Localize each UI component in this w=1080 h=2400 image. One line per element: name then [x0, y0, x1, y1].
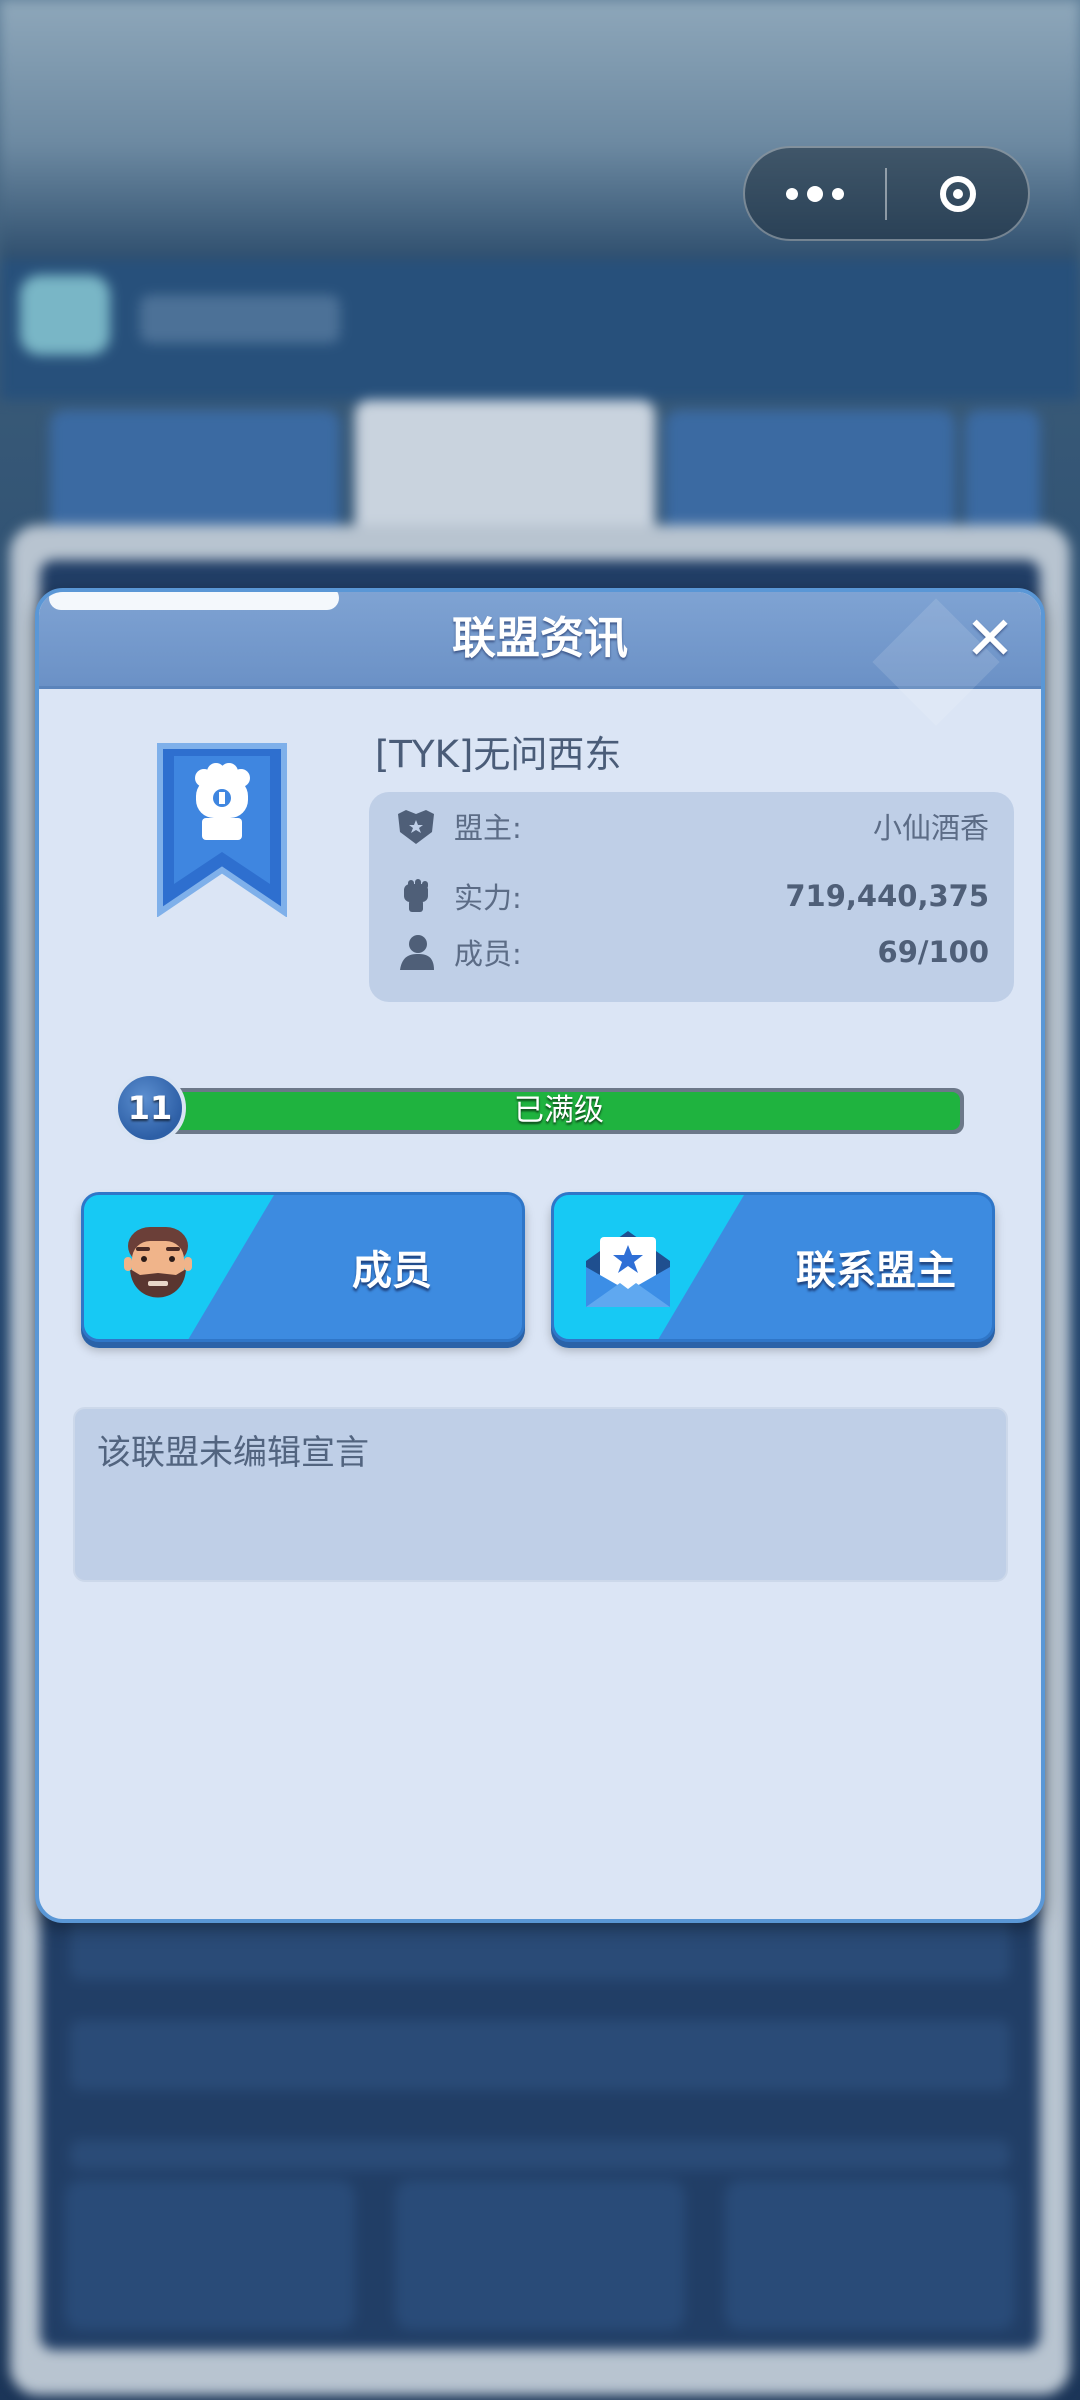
gauntlet-banner-icon [157, 743, 287, 917]
background-tab [965, 410, 1040, 540]
members-button-label: 成员 [352, 1248, 432, 1294]
dialog-title: 联盟资讯 [452, 613, 628, 664]
alliance-declaration-box: 该联盟未编辑宣言 [73, 1407, 1008, 1582]
alliance-name: [TYK]无问西东 [375, 733, 622, 776]
background-list-row [70, 2140, 1010, 2170]
background-tab [665, 410, 955, 540]
stat-value: 小仙酒香 [872, 811, 989, 845]
members-button[interactable]: 成员 [81, 1192, 525, 1342]
level-number-badge: 11 [114, 1072, 186, 1144]
stat-value: 69/100 [877, 935, 989, 969]
miniprogram-capsule [743, 146, 1030, 241]
more-button[interactable] [745, 148, 885, 239]
background-list-row [70, 2020, 1010, 2090]
stat-value: 719,440,375 [785, 879, 989, 913]
background-nav-item [65, 2180, 355, 2330]
background-back-arrow-icon [20, 275, 110, 355]
stat-row-power: 实力: 719,440,375 [394, 872, 989, 920]
alliance-stats-box: 盟主: 小仙酒香 实力: 719,440,375 成员: 69/100 [369, 792, 1014, 1002]
fist-icon [394, 874, 438, 918]
background-nav-item [395, 2180, 685, 2330]
close-button[interactable]: ✕ [961, 609, 1019, 669]
stat-label: 实力: [454, 881, 522, 915]
background-tabs [50, 400, 1040, 545]
contact-leader-button[interactable]: 联系盟主 [551, 1192, 995, 1342]
background-tab [50, 410, 340, 540]
exit-button[interactable] [887, 148, 1028, 239]
more-dots-icon-center [807, 185, 823, 202]
declaration-text: 该联盟未编辑宣言 [97, 1433, 369, 1473]
target-close-icon [939, 175, 976, 212]
stat-label: 盟主: [454, 811, 522, 845]
dialog-header: 联盟资讯 ✕ [39, 592, 1041, 726]
stat-row-members: 成员: 69/100 [394, 928, 989, 976]
background-nav-item [725, 2180, 1015, 2330]
more-dots-icon [786, 187, 798, 200]
background-tab-active [355, 400, 655, 545]
stat-row-leader: 盟主: 小仙酒香 [394, 802, 989, 850]
leader-shield-icon [394, 804, 438, 848]
alliance-level-bar: 已满级 11 [114, 1072, 964, 1148]
more-dots-icon-right [832, 187, 844, 200]
bearded-man-avatar-icon [124, 1227, 192, 1298]
alliance-info-dialog: 联盟资讯 ✕ [TYK]无问西东 盟主: 小仙酒香 实力: 719,440,37… [35, 588, 1045, 1923]
stat-label: 成员: [454, 937, 522, 971]
background-title [140, 295, 340, 343]
level-status-text: 已满级 [514, 1093, 604, 1128]
contact-leader-button-label: 联系盟主 [796, 1248, 956, 1294]
person-icon [394, 930, 438, 974]
envelope-star-icon [586, 1231, 670, 1307]
